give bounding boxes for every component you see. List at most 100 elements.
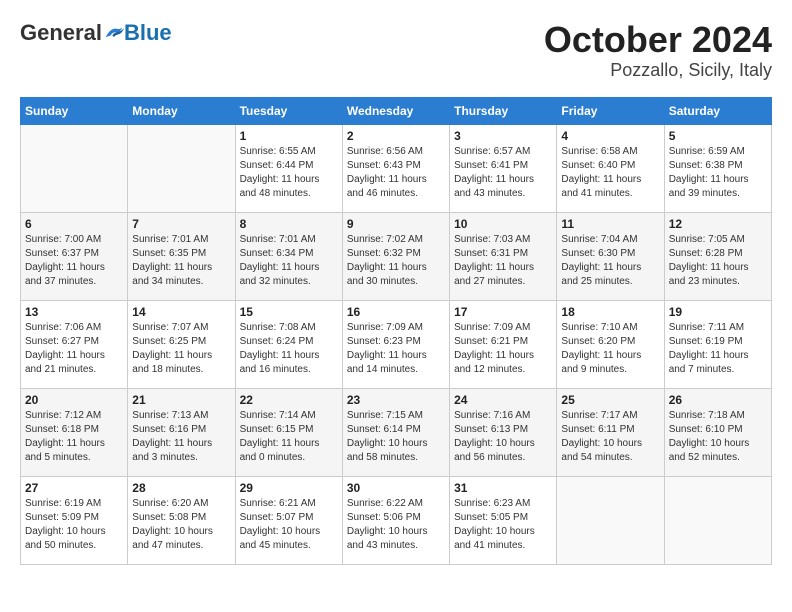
day-number: 26 (669, 393, 767, 407)
day-number: 19 (669, 305, 767, 319)
calendar-cell: 31 Sunrise: 6:23 AM Sunset: 5:05 PM Dayli… (450, 476, 557, 564)
calendar-cell: 11Sunrise: 7:04 AM Sunset: 6:30 PM Dayli… (557, 212, 664, 300)
day-info: Sunrise: 7:15 AM Sunset: 6:14 PM Dayligh… (347, 409, 445, 465)
calendar-cell: 21 Sunrise: 7:13 AM Sunset: 6:16 PM Dayli… (128, 388, 235, 476)
calendar-cell: 16Sunrise: 7:09 AM Sunset: 6:23 PM Dayli… (342, 300, 449, 388)
calendar-cell: 29Sunrise: 6:21 AM Sunset: 5:07 PM Dayli… (235, 476, 342, 564)
day-info: Sunrise: 7:11 AM Sunset: 6:19 PM Dayligh… (669, 321, 767, 377)
calendar-cell: 27 Sunrise: 6:19 AM Sunset: 5:09 PM Dayli… (21, 476, 128, 564)
location-heading: Pozzallo, Sicily, Italy (544, 60, 772, 81)
day-number: 13 (25, 305, 123, 319)
day-info: Sunrise: 6:20 AM Sunset: 5:08 PM Dayligh… (132, 497, 230, 553)
calendar-cell: 6Sunrise: 7:00 AM Sunset: 6:37 PM Daylig… (21, 212, 128, 300)
logo-blue-text: Blue (124, 20, 172, 46)
day-info: Sunrise: 6:55 AM Sunset: 6:44 PM Dayligh… (240, 145, 338, 201)
day-info: Sunrise: 7:13 AM Sunset: 6:16 PM Dayligh… (132, 409, 230, 465)
day-info: Sunrise: 7:09 AM Sunset: 6:23 PM Dayligh… (347, 321, 445, 377)
day-number: 21 (132, 393, 230, 407)
day-info: Sunrise: 6:23 AM Sunset: 5:05 PM Dayligh… (454, 497, 552, 553)
calendar-cell: 26 Sunrise: 7:18 AM Sunset: 6:10 PM Dayli… (664, 388, 771, 476)
day-info: Sunrise: 6:19 AM Sunset: 5:09 PM Dayligh… (25, 497, 123, 553)
day-number: 2 (347, 129, 445, 143)
day-info: Sunrise: 6:22 AM Sunset: 5:06 PM Dayligh… (347, 497, 445, 553)
calendar-cell: 2 Sunrise: 6:56 AM Sunset: 6:43 PM Daylig… (342, 124, 449, 212)
calendar-cell: 23Sunrise: 7:15 AM Sunset: 6:14 PM Dayli… (342, 388, 449, 476)
calendar-table: SundayMondayTuesdayWednesdayThursdayFrid… (20, 97, 772, 565)
weekday-header-wednesday: Wednesday (342, 97, 449, 124)
calendar-cell: 3 Sunrise: 6:57 AM Sunset: 6:41 PM Daylig… (450, 124, 557, 212)
day-info: Sunrise: 7:08 AM Sunset: 6:24 PM Dayligh… (240, 321, 338, 377)
day-number: 11 (561, 217, 659, 231)
calendar-cell (557, 476, 664, 564)
calendar-cell: 15 Sunrise: 7:08 AM Sunset: 6:24 PM Dayli… (235, 300, 342, 388)
day-number: 30 (347, 481, 445, 495)
day-info: Sunrise: 7:01 AM Sunset: 6:35 PM Dayligh… (132, 233, 230, 289)
logo: General Blue (20, 20, 172, 46)
calendar-cell: 4 Sunrise: 6:58 AM Sunset: 6:40 PM Daylig… (557, 124, 664, 212)
day-number: 27 (25, 481, 123, 495)
weekday-header-sunday: Sunday (21, 97, 128, 124)
day-number: 15 (240, 305, 338, 319)
weekday-header-friday: Friday (557, 97, 664, 124)
page-header: General Blue October 2024 Pozzallo, Sici… (20, 20, 772, 81)
day-info: Sunrise: 7:16 AM Sunset: 6:13 PM Dayligh… (454, 409, 552, 465)
day-number: 1 (240, 129, 338, 143)
calendar-cell: 5 Sunrise: 6:59 AM Sunset: 6:38 PM Daylig… (664, 124, 771, 212)
day-info: Sunrise: 7:10 AM Sunset: 6:20 PM Dayligh… (561, 321, 659, 377)
day-number: 25 (561, 393, 659, 407)
day-number: 6 (25, 217, 123, 231)
day-info: Sunrise: 6:57 AM Sunset: 6:41 PM Dayligh… (454, 145, 552, 201)
day-number: 4 (561, 129, 659, 143)
day-number: 20 (25, 393, 123, 407)
day-info: Sunrise: 6:21 AM Sunset: 5:07 PM Dayligh… (240, 497, 338, 553)
day-info: Sunrise: 7:06 AM Sunset: 6:27 PM Dayligh… (25, 321, 123, 377)
calendar-cell: 17Sunrise: 7:09 AM Sunset: 6:21 PM Dayli… (450, 300, 557, 388)
calendar-cell: 24 Sunrise: 7:16 AM Sunset: 6:13 PM Dayli… (450, 388, 557, 476)
calendar-cell: 12 Sunrise: 7:05 AM Sunset: 6:28 PM Dayli… (664, 212, 771, 300)
calendar-cell (664, 476, 771, 564)
calendar-cell: 22 Sunrise: 7:14 AM Sunset: 6:15 PM Dayli… (235, 388, 342, 476)
weekday-header-monday: Monday (128, 97, 235, 124)
day-info: Sunrise: 7:07 AM Sunset: 6:25 PM Dayligh… (132, 321, 230, 377)
logo-bird-icon (104, 23, 124, 43)
day-number: 22 (240, 393, 338, 407)
calendar-cell: 10 Sunrise: 7:03 AM Sunset: 6:31 PM Dayli… (450, 212, 557, 300)
day-number: 7 (132, 217, 230, 231)
day-info: Sunrise: 6:58 AM Sunset: 6:40 PM Dayligh… (561, 145, 659, 201)
day-number: 14 (132, 305, 230, 319)
calendar-cell: 8Sunrise: 7:01 AM Sunset: 6:34 PM Daylig… (235, 212, 342, 300)
day-number: 3 (454, 129, 552, 143)
day-number: 31 (454, 481, 552, 495)
day-number: 17 (454, 305, 552, 319)
month-year-heading: October 2024 (544, 20, 772, 60)
day-number: 28 (132, 481, 230, 495)
calendar-cell: 19 Sunrise: 7:11 AM Sunset: 6:19 PM Dayli… (664, 300, 771, 388)
calendar-cell: 28 Sunrise: 6:20 AM Sunset: 5:08 PM Dayli… (128, 476, 235, 564)
day-number: 10 (454, 217, 552, 231)
calendar-row: 13 Sunrise: 7:06 AM Sunset: 6:27 PM Dayli… (21, 300, 772, 388)
calendar-row: 27 Sunrise: 6:19 AM Sunset: 5:09 PM Dayli… (21, 476, 772, 564)
calendar-header-row: SundayMondayTuesdayWednesdayThursdayFrid… (21, 97, 772, 124)
weekday-header-thursday: Thursday (450, 97, 557, 124)
day-info: Sunrise: 7:03 AM Sunset: 6:31 PM Dayligh… (454, 233, 552, 289)
calendar-row: 20 Sunrise: 7:12 AM Sunset: 6:18 PM Dayli… (21, 388, 772, 476)
month-title-section: October 2024 Pozzallo, Sicily, Italy (544, 20, 772, 81)
calendar-cell: 9Sunrise: 7:02 AM Sunset: 6:32 PM Daylig… (342, 212, 449, 300)
day-number: 24 (454, 393, 552, 407)
day-info: Sunrise: 7:18 AM Sunset: 6:10 PM Dayligh… (669, 409, 767, 465)
day-info: Sunrise: 7:14 AM Sunset: 6:15 PM Dayligh… (240, 409, 338, 465)
day-info: Sunrise: 6:59 AM Sunset: 6:38 PM Dayligh… (669, 145, 767, 201)
calendar-cell: 14 Sunrise: 7:07 AM Sunset: 6:25 PM Dayli… (128, 300, 235, 388)
day-info: Sunrise: 7:02 AM Sunset: 6:32 PM Dayligh… (347, 233, 445, 289)
calendar-row: 1 Sunrise: 6:55 AM Sunset: 6:44 PM Daylig… (21, 124, 772, 212)
calendar-cell: 25Sunrise: 7:17 AM Sunset: 6:11 PM Dayli… (557, 388, 664, 476)
weekday-header-tuesday: Tuesday (235, 97, 342, 124)
logo-general-text: General (20, 20, 102, 46)
day-info: Sunrise: 7:12 AM Sunset: 6:18 PM Dayligh… (25, 409, 123, 465)
day-number: 5 (669, 129, 767, 143)
day-number: 12 (669, 217, 767, 231)
calendar-cell: 18Sunrise: 7:10 AM Sunset: 6:20 PM Dayli… (557, 300, 664, 388)
day-info: Sunrise: 6:56 AM Sunset: 6:43 PM Dayligh… (347, 145, 445, 201)
calendar-cell (128, 124, 235, 212)
day-info: Sunrise: 7:05 AM Sunset: 6:28 PM Dayligh… (669, 233, 767, 289)
